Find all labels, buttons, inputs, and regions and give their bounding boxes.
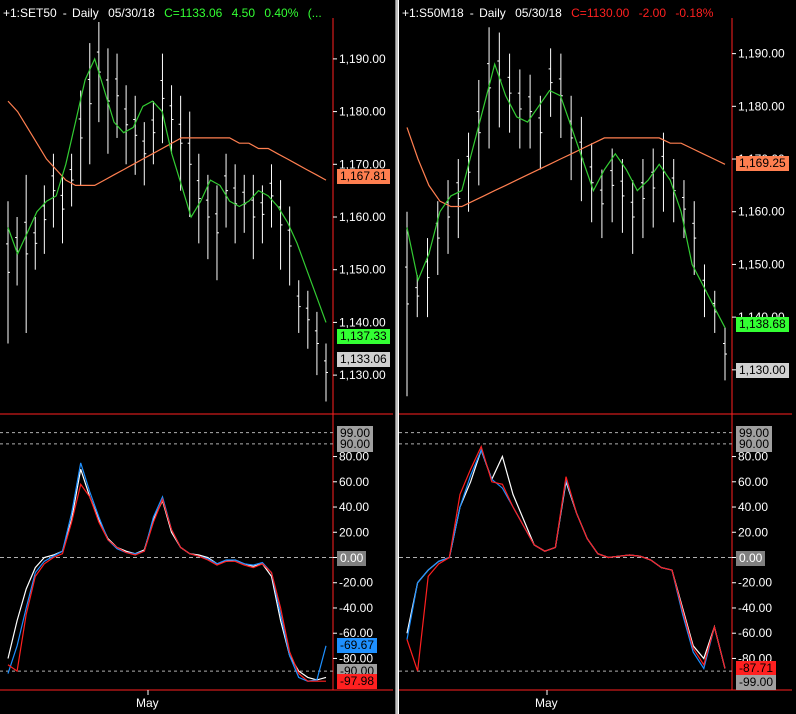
- month-label: May: [535, 696, 558, 710]
- osc-value-tag: 0.00: [736, 550, 766, 566]
- osc-tick-label: 40.00: [738, 500, 768, 514]
- osc-tick-label: -60.00: [738, 626, 772, 640]
- price-tick-label: 1,150.00: [738, 257, 785, 271]
- ma-long-line: [7, 100, 327, 186]
- close-label: C=1130.00: [571, 6, 630, 20]
- osc-tick-label: 60.00: [339, 475, 369, 489]
- price-value-tag: 1,138.68: [736, 317, 789, 333]
- close-label: C=1133.06: [164, 6, 223, 20]
- price-tick-label: 1,190.00: [339, 52, 386, 66]
- pct-label: 0.40%: [264, 6, 299, 20]
- month-label: May: [136, 696, 159, 710]
- ma-short-line: [406, 62, 726, 328]
- date-label: 05/30/18: [515, 6, 562, 20]
- osc-tick-label: 20.00: [339, 525, 369, 539]
- osc-line-white: [7, 469, 327, 681]
- pct-label: -0.18%: [675, 6, 714, 20]
- price-tick-label: 1,160.00: [738, 205, 785, 219]
- chart-canvas-s50m18[interactable]: 1,190.001,180.001,170.001,160.001,150.00…: [399, 0, 796, 714]
- chart-header-set50: +1:SET50- Daily 05/30/18 C=1133.06 4.50 …: [3, 6, 322, 20]
- osc-value-tag: 90.00: [736, 436, 773, 452]
- osc-value-tag: -87.71: [736, 661, 777, 677]
- osc-line-red: [406, 444, 726, 672]
- osc-tick-label: -20.00: [738, 576, 772, 590]
- extra-label: (...: [307, 6, 322, 20]
- symbol-label: +1:SET50: [3, 6, 57, 20]
- ma-short-line: [7, 57, 327, 323]
- osc-value-tag: 90.00: [337, 436, 374, 452]
- price-value-tag: 1,137.33: [337, 329, 390, 345]
- osc-tick-label: -40.00: [738, 601, 772, 615]
- period-label: Daily: [72, 6, 99, 20]
- price-tick-label: 1,130.00: [339, 368, 386, 382]
- period-label: Daily: [479, 6, 506, 20]
- osc-line-blue: [406, 448, 726, 670]
- price-value-tag: 1,130.00: [736, 362, 789, 378]
- change-label: -2.00: [638, 6, 667, 20]
- osc-tick-label: 40.00: [339, 500, 369, 514]
- price-tick-label: 1,160.00: [339, 210, 386, 224]
- osc-value-tag: -99.00: [736, 675, 777, 691]
- chart-panel-s50m18[interactable]: 1,190.001,180.001,170.001,160.001,150.00…: [399, 0, 796, 714]
- price-value-tag: 1,169.25: [736, 155, 789, 171]
- chart-canvas-set50[interactable]: 1,190.001,180.001,170.001,160.001,150.00…: [0, 0, 395, 714]
- osc-tick-label: 60.00: [738, 475, 768, 489]
- osc-value-tag: -69.67: [337, 638, 378, 654]
- osc-line-blue: [7, 462, 327, 682]
- price-tick-label: 1,150.00: [339, 263, 386, 277]
- change-label: 4.50: [231, 6, 255, 20]
- date-label: 05/30/18: [108, 6, 155, 20]
- price-tick-label: 1,180.00: [738, 99, 785, 113]
- osc-value-tag: 0.00: [337, 550, 367, 566]
- chart-panel-set50[interactable]: 1,190.00 1,180.00 1,170.00 1,160.00 1,150.00…: [0, 0, 395, 714]
- osc-tick-label: -40.00: [339, 601, 373, 615]
- price-tick-label: 1,140.00: [339, 315, 386, 329]
- osc-tick-label: -20.00: [339, 576, 373, 590]
- osc-value-tag: -97.98: [337, 674, 378, 690]
- price-value-tag: 1,167.81: [337, 168, 390, 184]
- symbol-label: +1:S50M18: [402, 6, 464, 20]
- price-tick-label: 1,190.00: [738, 47, 785, 61]
- osc-line-red: [7, 482, 326, 682]
- osc-tick-label: 20.00: [738, 525, 768, 539]
- price-tick-label: 1,180.00: [339, 105, 386, 119]
- chart-header-s50m18: +1:S50M18- Daily 05/30/18 C=1130.00 -2.0…: [402, 6, 714, 20]
- price-value-tag: 1,133.06: [337, 351, 390, 367]
